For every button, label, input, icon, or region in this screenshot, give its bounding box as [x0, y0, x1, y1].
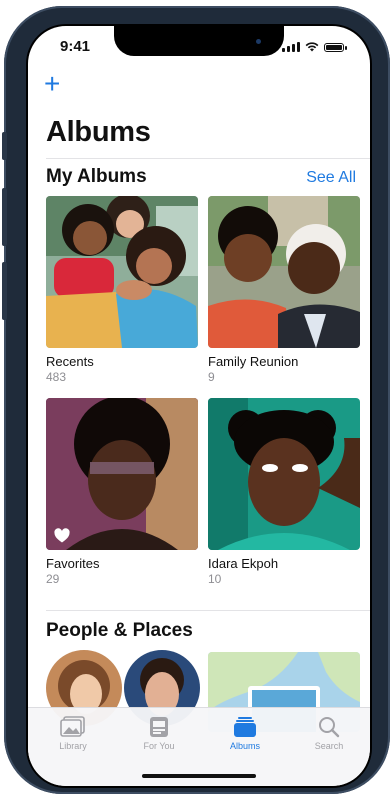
home-indicator — [142, 774, 256, 778]
library-icon — [60, 716, 85, 737]
album-name: Idara Ekpoh — [208, 556, 279, 571]
section-divider — [46, 610, 370, 611]
search-icon — [319, 717, 340, 738]
add-album-button[interactable]: + — [44, 70, 60, 98]
album-name: Recents — [46, 354, 94, 369]
my-albums-header: My Albums See All — [46, 166, 356, 188]
tab-for-you[interactable]: For You — [124, 716, 194, 751]
tab-search[interactable]: Search — [294, 716, 364, 751]
side-button-mute — [2, 132, 7, 160]
side-button-volume-up — [2, 188, 7, 246]
album-recents[interactable]: Recents 483 — [46, 196, 198, 384]
status-icons — [282, 40, 347, 52]
wifi-icon — [305, 42, 319, 52]
side-button-volume-down — [2, 262, 7, 320]
album-idara-ekpoh[interactable]: Idara Ekpoh 10 — [208, 398, 360, 586]
battery-icon — [324, 43, 347, 52]
album-count: 29 — [46, 572, 60, 586]
albums-icon — [234, 717, 256, 737]
tab-label: Library — [59, 741, 87, 751]
tab-label: For You — [143, 741, 175, 751]
album-count: 10 — [208, 572, 222, 586]
phone-bezel: 9:41 + Albums My Albums See All Recents … — [26, 24, 372, 788]
title-divider — [46, 158, 370, 159]
see-all-link[interactable]: See All — [306, 169, 356, 187]
for-you-icon — [150, 717, 168, 737]
album-count: 483 — [46, 370, 67, 384]
album-thumbnail — [208, 398, 360, 550]
album-thumbnail — [46, 196, 198, 348]
album-thumbnail — [208, 196, 360, 348]
album-name: Family Reunion — [208, 354, 299, 369]
album-family-reunion[interactable]: Family Reunion 9 — [208, 196, 360, 384]
album-thumbnail — [46, 398, 198, 550]
album-name: Favorites — [46, 556, 100, 571]
screen: 9:41 + Albums My Albums See All Recents … — [28, 26, 370, 786]
notch — [114, 26, 284, 56]
album-count: 9 — [208, 370, 215, 384]
page-title: Albums — [46, 116, 151, 148]
signal-icon — [282, 42, 300, 52]
heart-icon — [54, 528, 70, 543]
tab-label: Search — [314, 741, 344, 751]
tab-albums[interactable]: Albums — [210, 716, 280, 751]
people-places-header: People & Places — [46, 620, 356, 642]
status-time: 9:41 — [60, 38, 91, 55]
people-places-title: People & Places — [46, 620, 193, 641]
my-albums-title: My Albums — [46, 166, 147, 187]
album-favorites[interactable]: Favorites 29 — [46, 398, 198, 586]
tab-label: Albums — [229, 741, 260, 751]
tab-library[interactable]: Library — [38, 716, 108, 751]
